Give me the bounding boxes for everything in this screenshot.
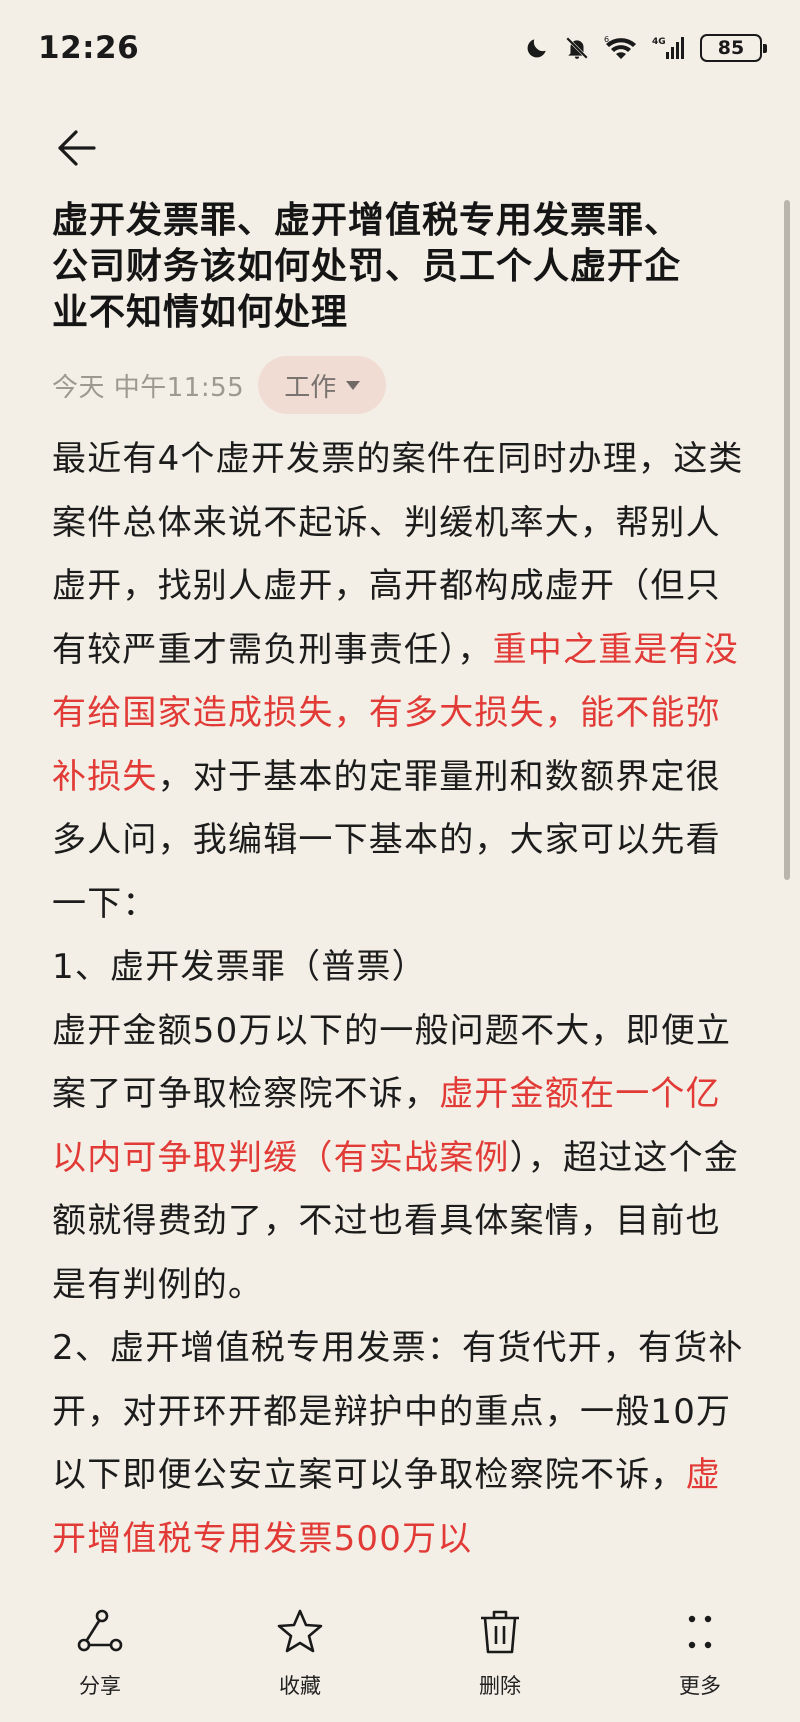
paragraph-heading-1: 1、虚开发票罪（普票） — [52, 936, 752, 1000]
more-label: 更多 — [679, 1674, 721, 1698]
favorite-label: 收藏 — [279, 1674, 321, 1698]
body-text: 1、虚开发票罪（普票） — [52, 947, 427, 987]
svg-text:4G: 4G — [652, 37, 666, 47]
share-button[interactable]: 分享 — [30, 1604, 170, 1700]
more-button[interactable]: 更多 — [630, 1604, 770, 1700]
bell-muted-icon — [564, 35, 590, 61]
back-button[interactable] — [44, 116, 108, 180]
more-icon — [672, 1604, 728, 1660]
scrollbar-thumb[interactable] — [784, 200, 790, 880]
category-label: 工作 — [284, 372, 337, 403]
paragraph-section-2: 2、虚开增值税专用发票：有货代开，有货补开，对开环开都是辩护中的重点，一般10万… — [52, 1317, 752, 1571]
delete-button[interactable]: 删除 — [430, 1604, 570, 1700]
svg-text:6: 6 — [604, 35, 609, 44]
note-title[interactable]: 虚开发票罪、虚开增值税专用发票罪、公司财务该如何处罚、员工个人虚开企业不知情如何… — [52, 198, 692, 336]
wifi-icon: 6 — [604, 35, 638, 61]
arrow-left-icon — [58, 130, 96, 166]
paragraph-section-1: 虚开金额50万以下的一般问题不大，即便立案了可争取检察院不诉，虚开金额在一个亿以… — [52, 1000, 752, 1318]
note-date: 今天 中午11:55 — [52, 372, 245, 403]
note-body[interactable]: 最近有4个虚开发票的案件在同时办理，这类案件总体来说不起诉、判缓机率大，帮别人虚… — [52, 428, 752, 1571]
trash-icon — [472, 1604, 528, 1660]
caret-down-icon — [346, 380, 361, 390]
star-icon — [272, 1604, 328, 1660]
status-icons: 6 4G 85 — [524, 34, 767, 62]
status-bar: 12:26 6 4G 85 — [0, 0, 800, 96]
share-icon — [72, 1604, 128, 1660]
body-text: 2、虚开增值税专用发票：有货代开，有货补开，对开环开都是辩护中的重点，一般10万… — [52, 1328, 744, 1495]
battery-indicator: 85 — [700, 34, 767, 62]
bottom-toolbar: 分享 收藏 删除 更多 — [0, 1582, 800, 1722]
moon-icon — [524, 35, 550, 61]
note-meta: 今天 中午11:55 工作 — [52, 356, 387, 414]
category-dropdown[interactable]: 工作 — [258, 356, 387, 414]
cellular-signal-icon: 4G — [652, 35, 686, 61]
status-time: 12:26 — [38, 30, 140, 66]
favorite-button[interactable]: 收藏 — [230, 1604, 370, 1700]
delete-label: 删除 — [479, 1674, 521, 1698]
paragraph-intro: 最近有4个虚开发票的案件在同时办理，这类案件总体来说不起诉、判缓机率大，帮别人虚… — [52, 428, 752, 936]
share-label: 分享 — [79, 1674, 121, 1698]
notes-screen: 12:26 6 4G 85 虚开发票罪、虚开增值税专用发票罪、公司财务该如何处罚… — [0, 0, 800, 1722]
